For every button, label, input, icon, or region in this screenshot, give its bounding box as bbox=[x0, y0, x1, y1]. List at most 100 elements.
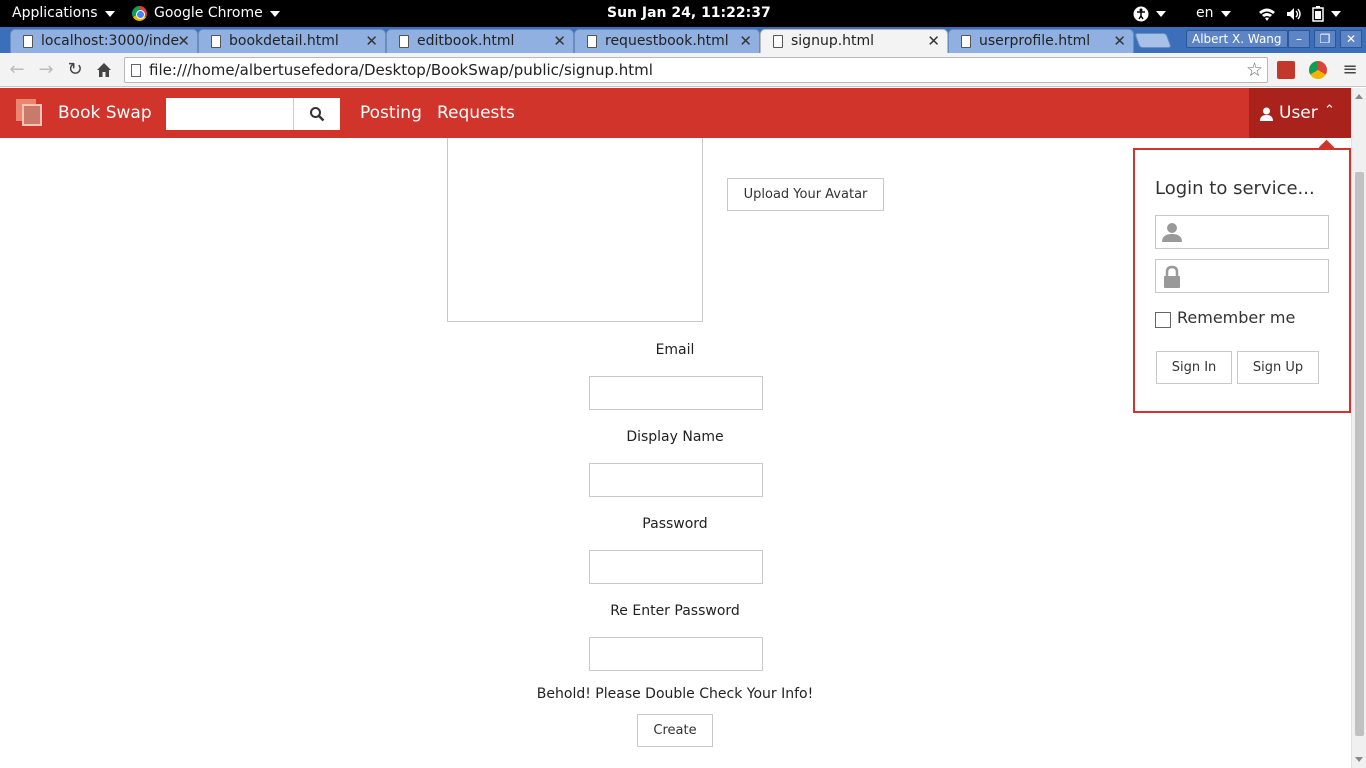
email-label: Email bbox=[655, 342, 695, 358]
url-text[interactable]: file:///home/albertusefedora/Desktop/Boo… bbox=[149, 58, 653, 82]
login-title: Login to service... bbox=[1155, 178, 1315, 199]
page-icon bbox=[131, 64, 141, 77]
sign-up-button[interactable]: Sign Up bbox=[1237, 351, 1319, 384]
clock[interactable]: Sun Jan 24, 11:22:37 bbox=[607, 0, 771, 27]
reenter-password-label: Re Enter Password bbox=[610, 603, 740, 619]
close-window-button[interactable]: ✕ bbox=[1340, 30, 1362, 48]
language-label: en bbox=[1196, 5, 1214, 21]
close-icon[interactable]: ✕ bbox=[927, 30, 940, 52]
browser-tab-strip: localhost:3000/inde ✕ bookdetail.html ✕ … bbox=[0, 27, 1366, 53]
user-menu-label: User bbox=[1279, 103, 1318, 123]
vertical-scrollbar[interactable] bbox=[1351, 88, 1366, 768]
volume-icon bbox=[1287, 7, 1301, 20]
menu-button[interactable]: ≡ bbox=[1338, 58, 1362, 82]
brand-name[interactable]: Book Swap bbox=[58, 88, 152, 138]
chevron-down-icon bbox=[1156, 10, 1166, 17]
reenter-password-field[interactable] bbox=[589, 637, 763, 671]
chevron-down-icon bbox=[1220, 10, 1231, 17]
browser-toolbar: ← → ↻ file:///home/albertusefedora/Deskt… bbox=[0, 53, 1366, 87]
chevron-up-icon: ⌃ bbox=[1324, 103, 1335, 118]
email-field[interactable] bbox=[589, 376, 763, 410]
tab-title: editbook.html bbox=[417, 33, 515, 49]
scroll-thumb[interactable] bbox=[1355, 172, 1364, 736]
tab-editbook[interactable]: editbook.html ✕ bbox=[386, 29, 574, 53]
search-button[interactable] bbox=[293, 98, 340, 130]
password-input[interactable] bbox=[1188, 263, 1324, 289]
password-login-field[interactable] bbox=[1155, 259, 1329, 293]
user-icon bbox=[1162, 223, 1182, 242]
book-extension-icon[interactable] bbox=[1277, 61, 1295, 79]
password-field[interactable] bbox=[589, 550, 763, 584]
reload-button[interactable]: ↻ bbox=[63, 58, 87, 82]
forward-button[interactable]: → bbox=[34, 58, 58, 82]
sign-in-button[interactable]: Sign In bbox=[1156, 351, 1232, 384]
home-icon bbox=[97, 63, 111, 77]
maximize-button[interactable]: ❐ bbox=[1314, 30, 1336, 48]
tab-title: signup.html bbox=[791, 33, 875, 49]
create-button[interactable]: Create bbox=[637, 714, 713, 747]
nav-requests[interactable]: Requests bbox=[437, 88, 515, 138]
accessibility-menu[interactable] bbox=[1133, 0, 1166, 27]
accessibility-icon bbox=[1133, 6, 1149, 21]
language-menu[interactable]: en bbox=[1196, 0, 1231, 27]
tab-localhost[interactable]: localhost:3000/inde ✕ bbox=[10, 29, 198, 53]
tab-title: requestbook.html bbox=[605, 33, 729, 49]
remember-me-label[interactable]: Remember me bbox=[1177, 308, 1295, 327]
minimize-button[interactable]: – bbox=[1288, 30, 1310, 48]
close-icon[interactable]: ✕ bbox=[553, 30, 566, 52]
profile-button[interactable]: Albert X. Wang bbox=[1186, 30, 1288, 48]
close-icon[interactable]: ✕ bbox=[739, 30, 752, 52]
nav-posting[interactable]: Posting bbox=[360, 88, 422, 138]
lock-icon bbox=[1164, 265, 1180, 288]
display-name-label: Display Name bbox=[626, 429, 724, 445]
upload-avatar-button[interactable]: Upload Your Avatar bbox=[727, 178, 884, 211]
new-tab-button[interactable] bbox=[1134, 33, 1172, 48]
chrome-logo-icon bbox=[132, 6, 147, 21]
scroll-down-icon[interactable] bbox=[1355, 757, 1363, 762]
user-icon bbox=[1260, 107, 1273, 121]
wifi-icon bbox=[1259, 8, 1275, 21]
app-menu[interactable]: Google Chrome bbox=[132, 0, 280, 27]
home-button[interactable] bbox=[92, 58, 116, 82]
username-input[interactable] bbox=[1188, 219, 1324, 245]
avatar-preview bbox=[447, 138, 703, 322]
close-icon[interactable]: ✕ bbox=[177, 30, 190, 52]
tab-signup[interactable]: signup.html ✕ bbox=[760, 29, 948, 53]
back-button[interactable]: ← bbox=[5, 58, 29, 82]
close-icon[interactable]: ✕ bbox=[1113, 30, 1126, 52]
battery-icon bbox=[1312, 5, 1324, 22]
app-menu-label: Google Chrome bbox=[154, 5, 263, 21]
login-dropdown: Login to service... Remember me Sign In … bbox=[1133, 148, 1351, 413]
username-field[interactable] bbox=[1155, 215, 1329, 249]
page-icon bbox=[961, 35, 971, 48]
search-input[interactable] bbox=[166, 98, 293, 130]
chrome-extension-icon[interactable] bbox=[1309, 61, 1327, 79]
tab-bookdetail[interactable]: bookdetail.html ✕ bbox=[198, 29, 386, 53]
display-name-field[interactable] bbox=[589, 463, 763, 497]
app-navbar: Book Swap Posting Requests User ⌃ bbox=[0, 88, 1351, 138]
page-icon bbox=[773, 35, 783, 48]
tab-title: userprofile.html bbox=[979, 33, 1091, 49]
page-viewport: Book Swap Posting Requests User ⌃ Upload… bbox=[0, 88, 1366, 768]
remember-me-checkbox[interactable] bbox=[1155, 312, 1171, 328]
search-icon bbox=[310, 107, 325, 122]
applications-label: Applications bbox=[12, 5, 98, 21]
tab-requestbook[interactable]: requestbook.html ✕ bbox=[574, 29, 760, 53]
applications-menu[interactable]: Applications bbox=[12, 0, 115, 27]
bookmark-star-icon[interactable]: ☆ bbox=[1246, 58, 1263, 82]
scroll-up-icon[interactable] bbox=[1355, 94, 1363, 99]
close-icon[interactable]: ✕ bbox=[365, 30, 378, 52]
book-swap-logo[interactable] bbox=[16, 99, 44, 127]
page-icon bbox=[399, 35, 409, 48]
page-icon bbox=[211, 35, 221, 48]
status-menu[interactable] bbox=[1258, 0, 1341, 27]
tab-userprofile[interactable]: userprofile.html ✕ bbox=[948, 29, 1134, 53]
double-check-notice: Behold! Please Double Check Your Info! bbox=[536, 686, 814, 702]
user-menu[interactable]: User ⌃ bbox=[1249, 88, 1351, 138]
chevron-down-icon bbox=[269, 10, 280, 17]
password-label: Password bbox=[642, 516, 708, 532]
address-bar[interactable]: file:///home/albertusefedora/Desktop/Boo… bbox=[124, 57, 1268, 83]
tab-title: bookdetail.html bbox=[229, 33, 339, 49]
page-icon bbox=[587, 35, 597, 48]
system-top-bar: Applications Google Chrome Sun Jan 24, 1… bbox=[0, 0, 1366, 27]
